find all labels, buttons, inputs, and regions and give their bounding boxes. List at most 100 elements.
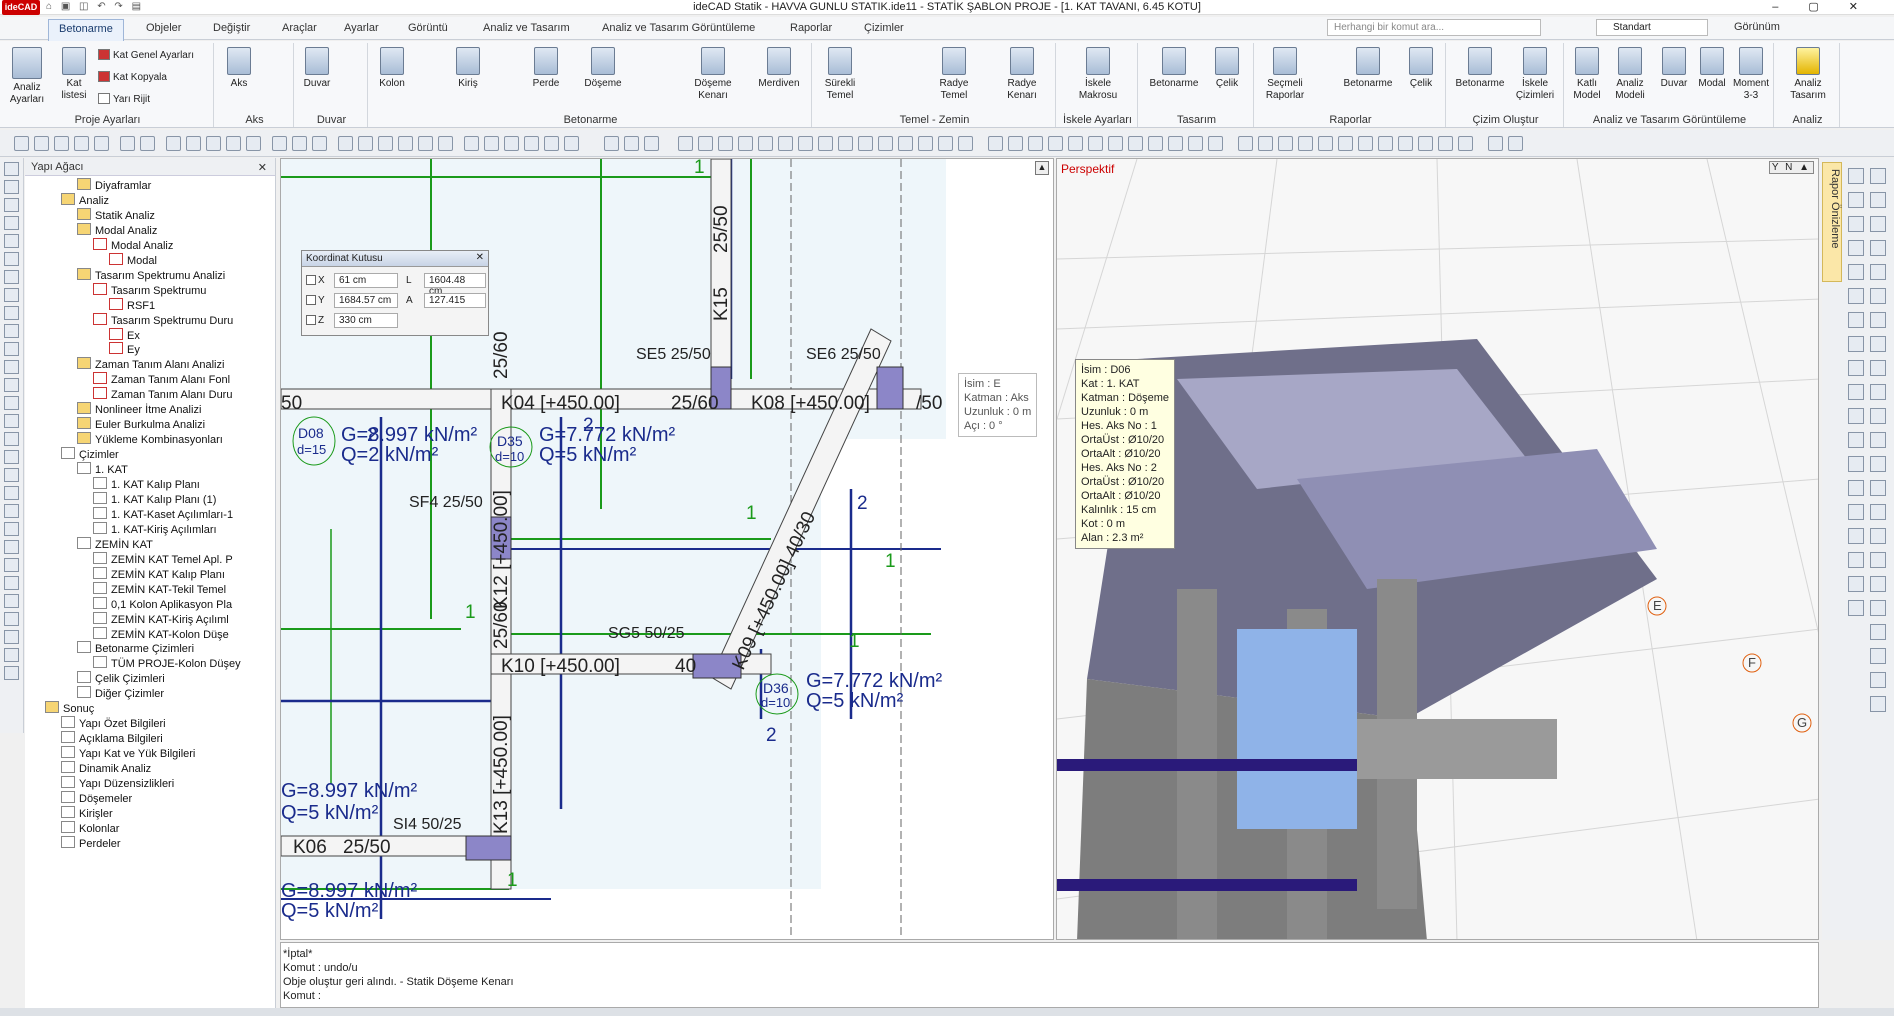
- rotate-icon[interactable]: [206, 136, 221, 151]
- tree-node[interactable]: 1. KAT-Kaset Açılımları-1: [93, 507, 233, 522]
- wave-icon[interactable]: [798, 136, 813, 151]
- grid-icon[interactable]: [838, 136, 853, 151]
- merdiven-button[interactable]: Merdiven: [754, 47, 804, 90]
- close-icon[interactable]: ✕: [476, 252, 484, 263]
- ortho-icon[interactable]: [312, 136, 327, 151]
- color-table-icon[interactable]: [1488, 136, 1503, 151]
- tool-icon[interactable]: [1848, 168, 1864, 184]
- modal-button[interactable]: Modal: [1696, 47, 1728, 90]
- tool-icon[interactable]: [4, 288, 19, 302]
- view-top-icon[interactable]: [1398, 136, 1413, 151]
- offset-icon[interactable]: [378, 136, 393, 151]
- measure-icon[interactable]: [464, 136, 479, 151]
- section-icon[interactable]: [1318, 136, 1333, 151]
- tree-node[interactable]: Zaman Tanım Alanı Duru: [93, 387, 232, 402]
- perde-button[interactable]: Perde: [528, 47, 564, 90]
- katli-model-button[interactable]: Katlı Model: [1570, 47, 1604, 102]
- tool-icon[interactable]: [1848, 336, 1864, 352]
- triangle-icon[interactable]: [818, 136, 833, 151]
- z-field[interactable]: 330 cm: [334, 313, 398, 328]
- tree-node[interactable]: Yapı Özet Bilgileri: [61, 716, 166, 731]
- tool-icon[interactable]: [1870, 480, 1886, 496]
- kiris-button[interactable]: Kiriş: [450, 47, 486, 90]
- tree-node[interactable]: Diyaframlar: [77, 178, 151, 193]
- mirror-icon[interactable]: [226, 136, 241, 151]
- level-icon[interactable]: [938, 136, 953, 151]
- tree-node[interactable]: Yapı Kat ve Yük Bilgileri: [61, 746, 195, 761]
- wire-icon[interactable]: [1298, 136, 1313, 151]
- tree-node[interactable]: 1. KAT-Kiriş Açılımları: [93, 522, 217, 537]
- a-field[interactable]: 127.415: [424, 293, 486, 308]
- zoom-out-icon[interactable]: [54, 136, 69, 151]
- tab-goruntu[interactable]: Görüntü: [408, 22, 448, 34]
- tree-node[interactable]: Kolonlar: [61, 821, 119, 836]
- tool-icon[interactable]: [1848, 552, 1864, 568]
- tool-icon[interactable]: [4, 450, 19, 464]
- command-search-input[interactable]: Herhangi bir komut ara...: [1327, 19, 1541, 36]
- tool-icon[interactable]: [4, 414, 19, 428]
- tool-icon[interactable]: [4, 216, 19, 230]
- tool-icon[interactable]: [1848, 192, 1864, 208]
- tab-objeler[interactable]: Objeler: [146, 22, 181, 34]
- scale-icon[interactable]: [438, 136, 453, 151]
- snap-icon[interactable]: [292, 136, 307, 151]
- tool-icon[interactable]: [1848, 312, 1864, 328]
- tool-icon[interactable]: [1848, 240, 1864, 256]
- zoom-all-icon[interactable]: [94, 136, 109, 151]
- pan-icon[interactable]: [186, 136, 201, 151]
- tasarim-celik-button[interactable]: Çelik: [1210, 47, 1244, 90]
- copy-icon[interactable]: [398, 136, 413, 151]
- tool-icon[interactable]: [1848, 576, 1864, 592]
- layer-icon[interactable]: [1128, 136, 1143, 151]
- view-menu[interactable]: Görünüm: [1734, 21, 1780, 33]
- iskele-makrosu-button[interactable]: İskele Makrosu: [1070, 47, 1126, 102]
- tab-ayarlar[interactable]: Ayarlar: [344, 22, 379, 34]
- moment-button[interactable]: Moment 3-3: [1732, 47, 1770, 102]
- kat-kopyala-button[interactable]: Kat Kopyala: [98, 71, 167, 83]
- tree-node[interactable]: Sonuç: [45, 701, 94, 716]
- lightning-icon[interactable]: [1458, 136, 1473, 151]
- iskele-cizimleri-button[interactable]: İskele Çizimleri: [1512, 47, 1558, 102]
- kat-listesi-button[interactable]: Kat listesi: [58, 47, 90, 102]
- rectangle-icon[interactable]: [718, 136, 733, 151]
- fill-icon[interactable]: [778, 136, 793, 151]
- tool-icon[interactable]: [1848, 456, 1864, 472]
- rapor-onizleme-tab[interactable]: Rapor Önizleme: [1822, 162, 1842, 282]
- tool-icon[interactable]: [4, 576, 19, 590]
- layer-icon[interactable]: [120, 136, 135, 151]
- tree-node[interactable]: Diğer Çizimler: [77, 686, 164, 701]
- tool-icon[interactable]: [4, 324, 19, 338]
- tree-node[interactable]: Tasarım Spektrumu: [93, 283, 206, 298]
- tree-node[interactable]: Zaman Tanım Alanı Fonl: [93, 372, 230, 387]
- radye-kenari-button[interactable]: Radye Kenarı: [996, 47, 1048, 102]
- radye-temel-button[interactable]: Radye Temel: [934, 47, 974, 102]
- tool-icon[interactable]: [1848, 528, 1864, 544]
- tree-node[interactable]: ZEMİN KAT-Kolon Düşe: [93, 627, 229, 642]
- check-icon[interactable]: [918, 136, 933, 151]
- tree-node[interactable]: 1. KAT Kalıp Planı (1): [93, 492, 216, 507]
- tree-node[interactable]: Dinamik Analiz: [61, 761, 151, 776]
- x-lock-checkbox[interactable]: [306, 275, 316, 285]
- tool-icon[interactable]: [4, 486, 19, 500]
- tree-node[interactable]: Analiz: [61, 193, 109, 208]
- tool-icon[interactable]: [1870, 312, 1886, 328]
- tab-degistir[interactable]: Değiştir: [213, 22, 250, 34]
- color-icon[interactable]: [1188, 136, 1203, 151]
- tree-node[interactable]: TÜM PROJE-Kolon Düşey: [93, 656, 241, 671]
- tool-icon[interactable]: [4, 504, 19, 518]
- tool-icon[interactable]: [1848, 264, 1864, 280]
- circle-icon[interactable]: [738, 136, 753, 151]
- binoculars-icon[interactable]: [4, 666, 19, 680]
- table-icon[interactable]: [1148, 136, 1163, 151]
- tool-icon[interactable]: [1870, 360, 1886, 376]
- block-icon[interactable]: [1168, 136, 1183, 151]
- tree-node[interactable]: Statik Analiz: [77, 208, 155, 223]
- tool-icon[interactable]: [1848, 408, 1864, 424]
- grid-table-icon[interactable]: [624, 136, 639, 151]
- save-view-icon[interactable]: [1068, 136, 1083, 151]
- secmeli-raporlar-button[interactable]: Seçmeli Raporlar: [1260, 47, 1310, 102]
- erase-icon[interactable]: [246, 136, 261, 151]
- camera-icon[interactable]: [1338, 136, 1353, 151]
- tool-icon[interactable]: [1848, 360, 1864, 376]
- tool-icon[interactable]: [4, 630, 19, 644]
